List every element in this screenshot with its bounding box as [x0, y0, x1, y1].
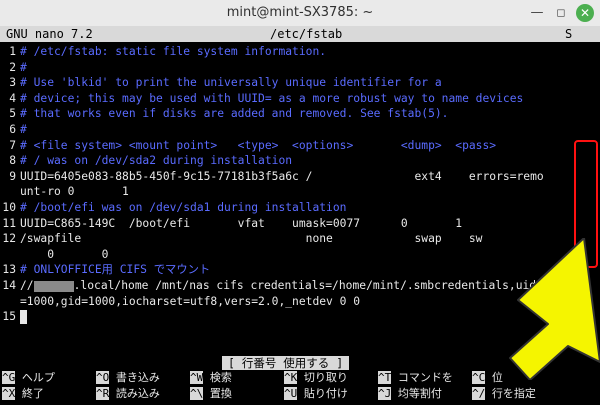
line-text: UUID=6405e083-88b5-450f-9c15-77181b3f5a6… — [20, 169, 544, 183]
line-number: 9 — [9, 169, 16, 183]
editor-line[interactable]: 8 # / was on /dev/sda2 during installatio… — [0, 153, 600, 169]
editor-line[interactable]: 3 # Use 'blkid' to print the universally … — [0, 75, 600, 91]
editor-line[interactable]: 7 # <file system> <mount point> <type> <o… — [0, 138, 600, 154]
shortcut-key: ^\ — [190, 387, 204, 400]
line-number: 14 — [2, 279, 16, 292]
line-text: # ONLYOFFICE用 CIFS でマウント — [20, 263, 211, 277]
redacted-hostname — [33, 280, 74, 292]
shortcut-item[interactable]: ^\ 置換 — [190, 386, 232, 401]
shortcut-label: 貼り付け — [303, 387, 348, 400]
nano-flag: S — [565, 27, 573, 41]
shortcut-key: ^C — [472, 371, 486, 384]
editor-line[interactable]: unt-ro 0 1 — [0, 184, 600, 200]
shortcut-item[interactable]: ^G ヘルプ — [2, 370, 55, 385]
shortcut-item[interactable]: ^W 検索 — [190, 370, 232, 385]
editor-line[interactable]: 5 # that works even if disks are added an… — [0, 106, 600, 122]
shortcut-label: 切り取り — [303, 371, 348, 384]
shortcut-key: ^X — [2, 387, 16, 400]
editor-line[interactable]: 9 UUID=6405e083-88b5-450f-9c15-77181b3f5a… — [0, 169, 600, 185]
editor-line[interactable]: 11 UUID=C865-149C /boot/efi vfat umask=00… — [0, 216, 600, 232]
shortcut-item[interactable]: ^K 切り取り — [284, 370, 348, 385]
line-number: 2 — [9, 60, 16, 74]
line-number: 6 — [9, 123, 16, 136]
editor-line[interactable]: 10 # /boot/efi was on /dev/sda1 during in… — [0, 200, 600, 216]
editor-line[interactable]: 1 # /etc/fstab: static file system inform… — [0, 44, 600, 60]
line-text: # — [20, 60, 27, 74]
shortcut-key: ^J — [378, 387, 392, 400]
line-text: # device; this may be used with UUID= as… — [20, 91, 524, 105]
shortcut-item[interactable]: ^U 貼り付け — [284, 386, 348, 401]
shortcut-bar-row2: ^X 終了 ^R 読み込み ^\ 置換 ^U 貼り付け ^J 均等割付 ^/ 行を指定 — [0, 386, 600, 401]
shortcut-item[interactable]: ^J 均等割付 — [378, 386, 442, 401]
shortcut-label: 行を指定 — [491, 387, 536, 400]
line-text: // .local/home /mnt/nas cifs credentials=… — [20, 278, 536, 294]
shortcut-item[interactable]: ^C 位 — [472, 370, 503, 385]
shortcut-label: 書き込み — [115, 371, 160, 384]
line-number: 7 — [9, 138, 16, 152]
shortcut-label: 位 — [491, 371, 503, 384]
shortcut-label: 均等割付 — [397, 387, 442, 400]
line-text: UUID=C865-149C /boot/efi vfat umask=0077… — [20, 216, 463, 230]
line-number: 5 — [9, 107, 16, 121]
line-number: 8 — [9, 154, 16, 168]
line-number: 11 — [2, 216, 16, 230]
line-number: 10 — [2, 201, 16, 214]
line-text: 0 0 — [20, 247, 109, 261]
window-title: mint@mint-SX3785: ~ — [226, 5, 374, 20]
shortcut-item[interactable]: ^X 終了 — [2, 386, 44, 401]
shortcut-label: 検索 — [209, 371, 232, 384]
shortcut-label: ヘルプ — [21, 371, 55, 384]
nano-filename: /etc/fstab — [270, 27, 343, 41]
nano-version: GNU nano 7.2 — [6, 27, 93, 41]
pointer-arrow-icon — [509, 238, 600, 380]
line-text: # / was on /dev/sda2 during installation — [20, 154, 293, 168]
shortcut-label: 置換 — [209, 387, 232, 400]
shortcut-key: ^K — [284, 371, 298, 384]
line-number: 3 — [9, 76, 16, 90]
shortcut-label: 読み込み — [115, 387, 160, 400]
line-text: # Use 'blkid' to print the universally u… — [20, 76, 442, 90]
editor-line[interactable]: 6 # — [0, 122, 600, 138]
line-text-part: // — [20, 279, 34, 292]
shortcut-item[interactable]: ^R 読み込み — [96, 386, 160, 401]
line-text: # /boot/efi was on /dev/sda1 during inst… — [20, 201, 347, 214]
editor-line[interactable]: 2 # — [0, 60, 600, 76]
shortcut-key: ^O — [96, 371, 110, 384]
line-number: 13 — [2, 263, 16, 277]
line-number: 12 — [2, 232, 16, 246]
shortcut-key: ^/ — [472, 387, 486, 400]
editor-line[interactable]: 4 # device; this may be used with UUID= a… — [0, 91, 600, 107]
line-text-part: .local/home /mnt/nas cifs credentials=/h… — [73, 279, 537, 292]
maximize-icon[interactable]: ◻ — [552, 4, 570, 22]
line-text: # <file system> <mount point> <type> <op… — [20, 138, 497, 152]
minimize-icon[interactable]: — — [528, 4, 546, 22]
shortcut-label: コマンドを — [397, 371, 453, 384]
line-number: 4 — [9, 91, 16, 105]
shortcut-key: ^U — [284, 387, 298, 400]
line-text: # — [20, 123, 27, 136]
shortcut-item[interactable]: ^O 書き込み — [96, 370, 160, 385]
shortcut-key: ^W — [190, 371, 204, 384]
line-number: 1 — [9, 45, 16, 58]
line-number: 15 — [2, 310, 16, 324]
close-icon[interactable]: ✕ — [576, 4, 594, 22]
shortcut-item[interactable]: ^/ 行を指定 — [472, 386, 536, 401]
line-text: # that works even if disks are added and… — [20, 107, 449, 121]
nano-header: GNU nano 7.2 /etc/fstab S — [0, 26, 600, 42]
shortcut-label: 終了 — [21, 387, 44, 400]
shortcut-key: ^T — [378, 371, 392, 384]
line-text: # /etc/fstab: static file system informa… — [20, 45, 327, 58]
status-message: [ 行番号 使用する ] — [222, 356, 350, 370]
text-cursor — [20, 310, 27, 325]
shortcut-item[interactable]: ^T コマンドを — [378, 370, 453, 385]
line-text: =1000,gid=1000,iocharset=utf8,vers=2.0,_… — [20, 294, 361, 308]
window-titlebar: mint@mint-SX3785: ~ — ◻ ✕ — [0, 0, 600, 27]
line-text: unt-ro 0 1 — [20, 185, 129, 199]
shortcut-key: ^R — [96, 387, 110, 400]
shortcut-key: ^G — [2, 371, 16, 384]
line-text: /swapfile none swap sw — [20, 232, 483, 246]
